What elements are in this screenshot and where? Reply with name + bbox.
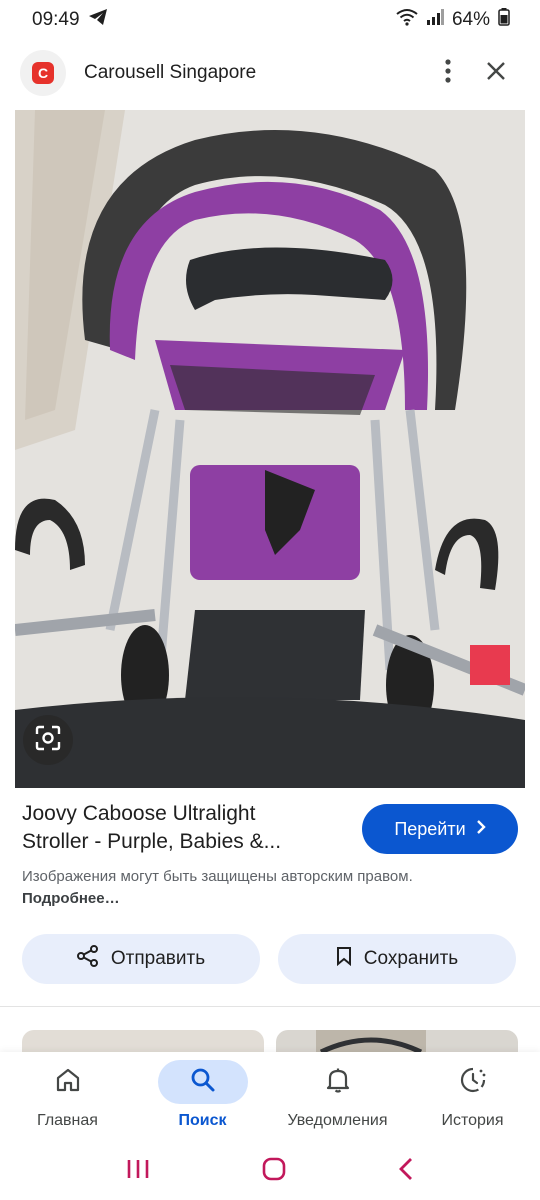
nav-home-icon-wrap (23, 1060, 113, 1104)
status-bar: 09:49 64% (0, 0, 540, 40)
nav-history-label: История (441, 1112, 504, 1129)
telegram-icon (88, 8, 108, 32)
save-label: Сохранить (363, 948, 459, 969)
nav-search-icon-wrap (157, 1060, 248, 1104)
save-button[interactable]: Сохранить (278, 934, 516, 984)
divider (0, 1006, 540, 1007)
result-info: Joovy Caboose Ultralight Stroller - Purp… (22, 800, 518, 856)
share-icon (76, 945, 99, 973)
signal-icon (426, 9, 444, 31)
site-logo: C (20, 50, 66, 96)
learn-more-link[interactable]: Подробнее… (22, 890, 120, 907)
share-button[interactable]: Отправить (22, 934, 260, 984)
result-title-line1: Joovy Caboose Ultralight (22, 802, 256, 825)
status-right: 64% (396, 8, 510, 32)
nav-home-label: Главная (37, 1112, 98, 1129)
stroller-photo (15, 110, 525, 788)
nav-search-label: Поиск (178, 1112, 227, 1129)
nav-history-icon-wrap (428, 1060, 518, 1104)
back-chevron-icon (399, 1157, 413, 1180)
nav-history[interactable]: История (408, 1060, 538, 1142)
app-bar: C Carousell Singapore (0, 40, 540, 106)
chevron-right-icon (476, 819, 486, 840)
status-time: 09:49 (32, 9, 80, 30)
visit-button-label: Перейти (394, 818, 466, 839)
visit-button[interactable]: Перейти (362, 804, 518, 854)
search-icon (190, 1067, 216, 1098)
share-label: Отправить (110, 948, 206, 969)
nav-search[interactable]: Поиск (138, 1060, 268, 1142)
battery-text: 64% (451, 9, 490, 30)
nav-notifications-label: Уведомления (287, 1112, 388, 1129)
recent-apps-button[interactable] (126, 1158, 150, 1185)
status-left: 09:49 (32, 8, 108, 32)
home-icon (55, 1067, 81, 1098)
close-button[interactable] (472, 49, 520, 97)
bookmark-icon (336, 946, 352, 972)
lens-icon (35, 725, 61, 756)
more-vert-icon (445, 58, 451, 88)
close-icon (486, 61, 506, 86)
bottom-navigation: Главная Поиск Уведомления История (0, 1052, 540, 1142)
result-image[interactable] (15, 110, 525, 788)
result-title-line2: Stroller - Purple, Babies &... (22, 830, 282, 853)
recent-apps-icon (127, 1159, 148, 1178)
system-navigation-bar (0, 1142, 540, 1200)
site-title[interactable]: Carousell Singapore (84, 62, 424, 84)
copyright-text: Изображения могут быть защищены авторски… (22, 868, 413, 885)
nav-notifications[interactable]: Уведомления (273, 1060, 403, 1142)
more-options-button[interactable] (424, 49, 472, 97)
wifi-icon (396, 8, 418, 32)
home-circle-icon (262, 1157, 286, 1180)
result-title[interactable]: Joovy Caboose Ultralight Stroller - Purp… (22, 800, 352, 856)
google-lens-button[interactable] (23, 715, 73, 765)
copyright-notice: Изображения могут быть защищены авторски… (22, 866, 482, 910)
battery-icon (498, 8, 510, 32)
nav-home[interactable]: Главная (3, 1060, 133, 1142)
carousell-logo-icon: C (32, 62, 54, 84)
history-icon (459, 1066, 487, 1099)
back-button[interactable] (398, 1157, 414, 1186)
action-buttons: Отправить Сохранить (22, 934, 516, 984)
nav-notifications-icon-wrap (293, 1060, 383, 1104)
bell-icon (326, 1067, 350, 1098)
home-button[interactable] (261, 1156, 287, 1187)
